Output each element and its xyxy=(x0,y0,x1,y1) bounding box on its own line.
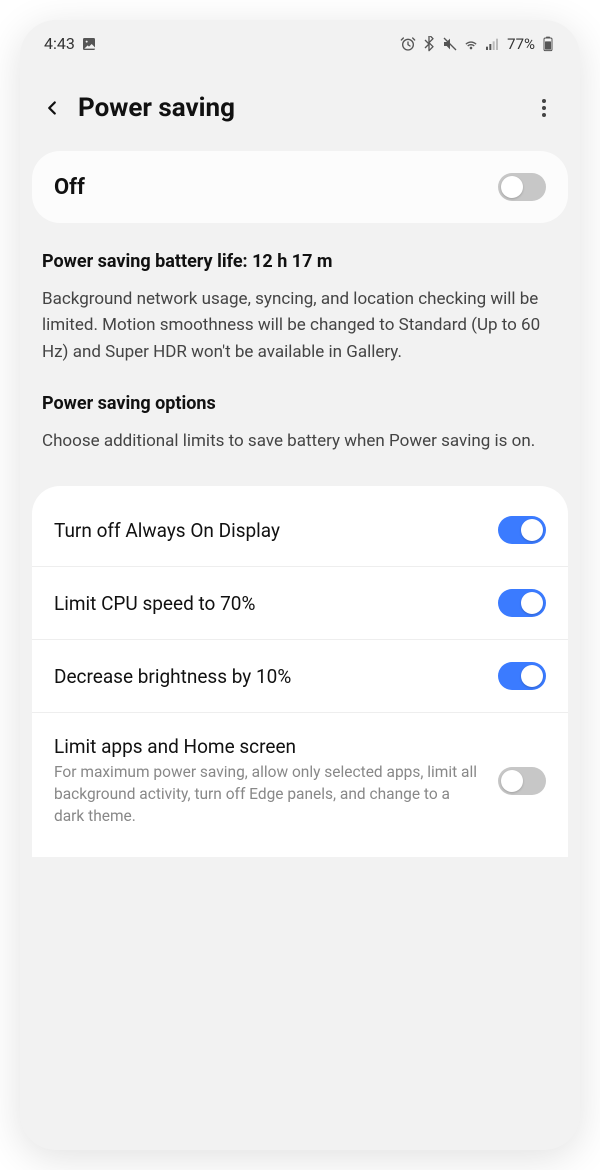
status-right: 77% xyxy=(400,35,556,53)
option-toggle[interactable] xyxy=(498,662,546,690)
option-text: Decrease brightness by 10% xyxy=(54,665,484,688)
wifi-icon xyxy=(463,36,479,52)
options-card: Turn off Always On Display Limit CPU spee… xyxy=(32,486,568,857)
status-left: 4:43 xyxy=(44,34,97,53)
option-text: Limit apps and Home screen For maximum po… xyxy=(54,735,484,827)
options-description: Choose additional limits to save battery… xyxy=(42,428,558,454)
battery-percent: 77% xyxy=(507,35,535,53)
alarm-icon xyxy=(400,36,416,52)
bluetooth-icon xyxy=(421,36,437,52)
status-time: 4:43 xyxy=(44,34,75,53)
option-toggle[interactable] xyxy=(498,516,546,544)
option-row[interactable]: Decrease brightness by 10% xyxy=(32,640,568,713)
image-icon xyxy=(81,36,97,52)
app-bar: Power saving xyxy=(20,59,580,151)
phone-frame: 4:43 77% Power saving Off Power savin xyxy=(20,20,580,1150)
chevron-left-icon xyxy=(41,97,63,119)
more-button[interactable] xyxy=(530,99,558,117)
status-bar: 4:43 77% xyxy=(20,20,580,59)
content: Off Power saving battery life: 12 h 17 m… xyxy=(20,151,580,1150)
option-row[interactable]: Limit CPU speed to 70% xyxy=(32,567,568,640)
option-label: Limit CPU speed to 70% xyxy=(54,592,484,615)
signal-icon xyxy=(484,36,500,52)
options-heading: Power saving options xyxy=(42,393,558,414)
option-description: For maximum power saving, allow only sel… xyxy=(54,762,484,827)
main-toggle-label: Off xyxy=(54,175,85,200)
main-toggle[interactable] xyxy=(498,173,546,201)
option-row[interactable]: Limit apps and Home screen For maximum po… xyxy=(32,713,568,849)
option-label: Turn off Always On Display xyxy=(54,519,484,542)
battery-life-body: Background network usage, syncing, and l… xyxy=(42,286,558,365)
battery-life-title: Power saving battery life: 12 h 17 m xyxy=(42,251,558,272)
main-toggle-row[interactable]: Off xyxy=(54,173,546,201)
option-text: Turn off Always On Display xyxy=(54,519,484,542)
option-toggle[interactable] xyxy=(498,589,546,617)
option-row[interactable]: Turn off Always On Display xyxy=(32,494,568,567)
main-toggle-card: Off xyxy=(32,151,568,223)
option-label: Decrease brightness by 10% xyxy=(54,665,484,688)
mute-icon xyxy=(442,36,458,52)
option-label: Limit apps and Home screen xyxy=(54,735,484,758)
back-button[interactable] xyxy=(38,94,66,122)
option-text: Limit CPU speed to 70% xyxy=(54,592,484,615)
battery-icon xyxy=(540,36,556,52)
option-toggle[interactable] xyxy=(498,767,546,795)
page-title: Power saving xyxy=(78,93,518,123)
info-section: Power saving battery life: 12 h 17 m Bac… xyxy=(20,223,580,478)
